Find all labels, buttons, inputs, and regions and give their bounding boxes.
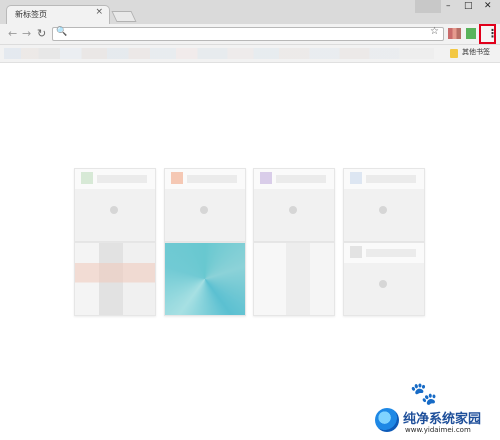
toolbar: ← → ↻ 🔍 ☆ <box>0 24 500 45</box>
close-window-icon[interactable]: ✕ <box>484 1 492 12</box>
favicon-icon <box>350 172 362 184</box>
bookmark-items-blurred[interactable] <box>4 48 434 59</box>
tile-header <box>344 243 424 263</box>
tab-new-tab[interactable]: 新标签页 × <box>6 5 110 24</box>
most-visited-tile[interactable] <box>343 242 425 316</box>
placeholder-dot-icon <box>200 206 208 214</box>
tab-title: 新标签页 <box>15 10 47 19</box>
favicon-icon <box>260 172 272 184</box>
most-visited-tile[interactable] <box>253 168 335 242</box>
extension-icon-2[interactable] <box>466 28 476 39</box>
tab-close-icon[interactable]: × <box>95 8 103 17</box>
watermark-brand: 纯净系统家园 <box>403 412 482 427</box>
tab-strip: 新标签页 × – □ ✕ <box>0 0 500 24</box>
most-visited-tile[interactable] <box>164 242 246 316</box>
site-watermark: 纯净系统家园 www.yidaimei.com <box>375 408 497 436</box>
tile-header <box>254 169 334 189</box>
tile-header <box>165 169 245 189</box>
placeholder-dot-icon <box>289 206 297 214</box>
new-tab-button[interactable] <box>111 11 137 22</box>
favicon-icon <box>171 172 183 184</box>
most-visited-tile[interactable] <box>74 242 156 316</box>
favicon-icon <box>350 246 362 258</box>
tile-header <box>75 169 155 189</box>
other-bookmarks-label: 其他书签 <box>462 48 490 56</box>
tile-thumbnail-blurred <box>165 243 245 315</box>
most-visited-tile[interactable] <box>164 168 246 242</box>
tile-title-blurred <box>366 175 416 183</box>
tile-thumbnail-blurred <box>254 243 334 315</box>
reload-icon[interactable]: ↻ <box>37 27 46 41</box>
placeholder-dot-icon <box>379 206 387 214</box>
tile-title-blurred <box>366 249 416 257</box>
most-visited-tile[interactable] <box>253 242 335 316</box>
tile-thumbnail-blurred <box>75 243 155 315</box>
watermark-url: www.yidaimei.com <box>405 426 471 434</box>
more-vertical-icon: ⋮ <box>487 27 498 40</box>
folder-icon <box>450 49 458 58</box>
search-icon: 🔍 <box>56 27 68 37</box>
bookmarks-bar: 其他书签 <box>0 45 500 63</box>
tile-title-blurred <box>97 175 147 183</box>
chrome-menu-button[interactable]: ⋮ <box>479 24 498 44</box>
placeholder-dot-icon <box>110 206 118 214</box>
maximize-icon[interactable]: □ <box>464 1 473 12</box>
most-visited-tile[interactable] <box>74 168 156 242</box>
tile-title-blurred <box>276 175 326 183</box>
favicon-icon <box>81 172 93 184</box>
most-visited-tile[interactable] <box>343 168 425 242</box>
paw-watermark-icon: 🐾 <box>410 382 438 407</box>
placeholder-dot-icon <box>379 280 387 288</box>
tile-header <box>344 169 424 189</box>
back-icon[interactable]: ← <box>8 27 17 41</box>
extension-icon-1[interactable] <box>448 28 461 39</box>
profile-button[interactable] <box>415 0 441 13</box>
bookmark-star-icon[interactable]: ☆ <box>430 26 439 37</box>
brand-logo-icon <box>375 408 399 432</box>
minimize-icon[interactable]: – <box>446 1 451 12</box>
forward-icon[interactable]: → <box>22 27 31 41</box>
address-bar[interactable]: 🔍 ☆ <box>52 26 444 41</box>
tile-title-blurred <box>187 175 237 183</box>
